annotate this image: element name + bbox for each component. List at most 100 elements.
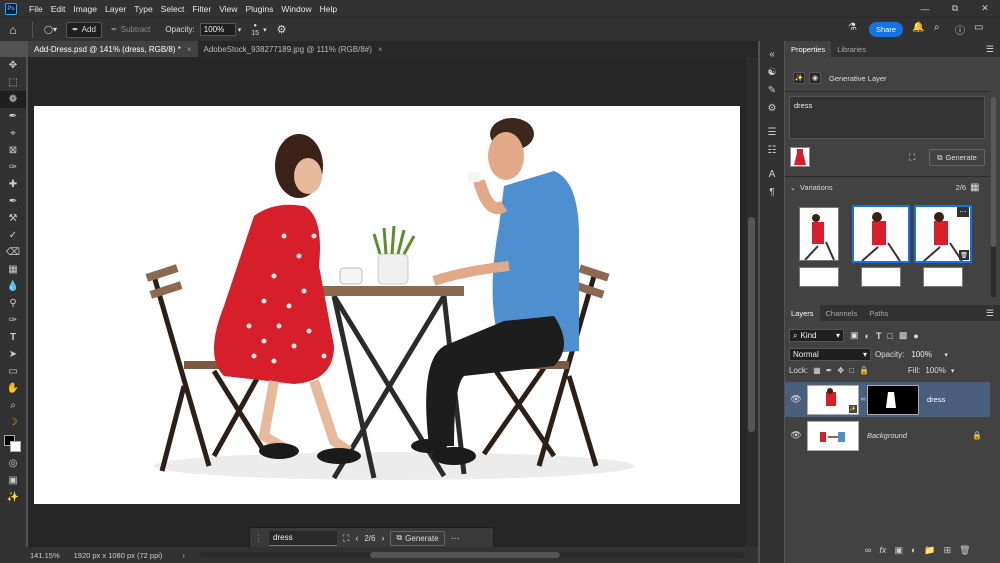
bell-icon[interactable]: 🔔 <box>912 22 924 33</box>
history-icon[interactable]: ☯ <box>760 63 784 81</box>
generate-button[interactable]: ⧉ Generate <box>929 149 985 166</box>
move-tool-icon[interactable]: ✥ <box>0 57 26 74</box>
generate-button[interactable]: ⧉ Generate <box>390 530 445 546</box>
filter-shape-icon[interactable]: □ <box>887 331 892 341</box>
lock-artboard-icon[interactable]: □ <box>849 366 854 375</box>
menu-type[interactable]: Type <box>130 4 156 14</box>
horizontal-scrollbar[interactable] <box>200 552 745 558</box>
variation-thumb-3[interactable]: ⋯ 🗑 <box>914 205 972 263</box>
hand-tool-icon[interactable]: ✋ <box>0 380 26 397</box>
pen-tool-icon[interactable]: ✑ <box>0 312 26 329</box>
generative-fill-icon[interactable]: ✨ <box>0 489 26 506</box>
group-folder-icon[interactable]: 📁 <box>924 545 935 556</box>
content-credentials-icon[interactable]: ⛶ <box>909 152 915 163</box>
blur-tool-icon[interactable]: 💧 <box>0 278 26 295</box>
tab-paths[interactable]: Paths <box>863 305 894 321</box>
object-selection-tool-icon[interactable]: ❁ <box>0 91 26 108</box>
fill-input[interactable]: 100% <box>925 366 945 375</box>
chevron-down-icon[interactable]: ▾ <box>238 26 242 34</box>
drag-handle-icon[interactable]: ⋮ <box>254 533 263 544</box>
search-icon[interactable]: ⌕ <box>934 22 940 33</box>
minimize-icon[interactable]: — <box>910 0 940 17</box>
quick-selection-tool-icon[interactable]: ✒ <box>0 108 26 125</box>
tab-properties[interactable]: Properties <box>785 41 832 57</box>
flask-icon[interactable]: ⚗ <box>848 22 857 33</box>
brush-size-picker[interactable]: ● 15 <box>251 22 259 38</box>
background-color[interactable] <box>10 441 21 452</box>
trash-icon[interactable]: 🗑 <box>959 545 970 556</box>
document-info[interactable]: 1920 px x 1080 px (72 ppi) <box>74 551 163 560</box>
zoom-tool-icon[interactable]: ⌕ <box>0 397 26 414</box>
menu-window[interactable]: Window <box>277 4 315 14</box>
menu-help[interactable]: Help <box>316 4 341 14</box>
variation-thumb-2[interactable] <box>852 205 910 263</box>
tab-libraries[interactable]: Libraries <box>831 41 872 57</box>
brush-tool-icon[interactable]: ✒ <box>0 193 26 210</box>
character-icon[interactable]: A <box>760 165 784 183</box>
type-tool-icon[interactable]: T <box>0 329 26 346</box>
tab-layers[interactable]: Layers <box>785 305 820 321</box>
variation-thumb-5[interactable] <box>861 267 901 287</box>
share-button[interactable]: Share <box>869 22 903 37</box>
variation-thumb-4[interactable] <box>799 267 839 287</box>
close-icon[interactable]: × <box>378 45 383 54</box>
menu-file[interactable]: File <box>25 4 47 14</box>
chevron-right-icon[interactable]: › <box>182 551 185 560</box>
prompt-textarea[interactable]: dress <box>789 96 985 139</box>
variations-header[interactable]: ⌄ Variations 2/6 <box>790 183 986 192</box>
menu-layer[interactable]: Layer <box>101 4 130 14</box>
more-options-icon[interactable]: ⋯ <box>957 207 969 217</box>
filter-pixel-icon[interactable]: ▣ <box>850 330 859 341</box>
chevron-down-icon[interactable]: ▾ <box>263 26 267 34</box>
variation-thumb-6[interactable] <box>923 267 963 287</box>
visibility-eye-icon[interactable]: 👁 <box>785 394 807 405</box>
filter-smart-object-icon[interactable]: ▩ <box>899 330 908 341</box>
chevron-left-icon[interactable]: ‹ <box>355 533 358 543</box>
fx-icon[interactable]: fx <box>879 545 886 556</box>
menu-edit[interactable]: Edit <box>47 4 70 14</box>
healing-brush-tool-icon[interactable]: ✚ <box>0 176 26 193</box>
chevron-down-icon[interactable]: ▾ <box>951 367 955 375</box>
comments-icon[interactable]: ✎ <box>760 81 784 99</box>
adjustment-layer-icon[interactable]: ◐ <box>911 545 916 556</box>
layer-name[interactable]: Background <box>867 431 907 440</box>
blend-mode-select[interactable]: Normal ▾ <box>789 348 871 361</box>
layer-mask-thumbnail[interactable] <box>867 384 919 415</box>
grid-view-icon[interactable]: ▦ <box>970 182 979 193</box>
panel-menu-icon[interactable]: ☰ <box>986 41 1000 57</box>
gradient-tool-icon[interactable]: ▦ <box>0 261 26 278</box>
home-icon[interactable]: ⌂ <box>0 23 26 37</box>
chevron-right-icon[interactable]: › <box>381 533 384 543</box>
eraser-tool-icon[interactable]: ⌫ <box>0 244 26 261</box>
content-credentials-icon[interactable]: ⛶ <box>343 533 349 544</box>
close-icon[interactable]: × <box>187 45 192 54</box>
opacity-input[interactable]: 100% <box>199 23 236 36</box>
properties-icon[interactable]: ☷ <box>760 141 784 159</box>
quick-mask-icon[interactable]: ◎ <box>0 455 26 472</box>
help-icon[interactable]: ⓘ <box>955 22 965 37</box>
filter-kind-select[interactable]: ⌕ Kind ▾ <box>789 329 844 342</box>
zoom-level[interactable]: 141.15% <box>30 551 60 560</box>
panel-menu-icon[interactable]: ☰ <box>986 305 1000 321</box>
frame-tool-icon[interactable]: ⊠ <box>0 142 26 159</box>
color-swatches[interactable] <box>0 431 26 455</box>
layer-row-dress[interactable]: 👁 ✨ ∞ dress <box>785 382 990 417</box>
trash-icon[interactable]: 🗑 <box>959 250 969 260</box>
workspace-icon[interactable]: ▭ <box>974 22 983 33</box>
add-mode-button[interactable]: ✒ Add <box>65 21 102 38</box>
menu-select[interactable]: Select <box>157 4 189 14</box>
prompt-input[interactable]: dress <box>269 530 337 546</box>
properties-scrollbar[interactable] <box>991 97 996 297</box>
subtract-mode-button[interactable]: ✒ Subtract <box>106 22 156 38</box>
menu-plugins[interactable]: Plugins <box>241 4 277 14</box>
chevron-left-icon[interactable]: « <box>760 45 784 63</box>
learn-icon[interactable]: ⚙ <box>760 99 784 117</box>
adjustments-icon[interactable]: ☰ <box>760 123 784 141</box>
lock-position-icon[interactable]: ✥ <box>837 366 844 375</box>
filter-toggle-icon[interactable]: ● <box>913 331 918 341</box>
lock-transparent-icon[interactable]: ▦ <box>813 366 821 375</box>
history-brush-tool-icon[interactable]: ✓ <box>0 227 26 244</box>
menu-filter[interactable]: Filter <box>188 4 215 14</box>
eyedropper-tool-icon[interactable]: ✑ <box>0 159 26 176</box>
visibility-eye-icon[interactable]: 👁 <box>785 430 807 441</box>
